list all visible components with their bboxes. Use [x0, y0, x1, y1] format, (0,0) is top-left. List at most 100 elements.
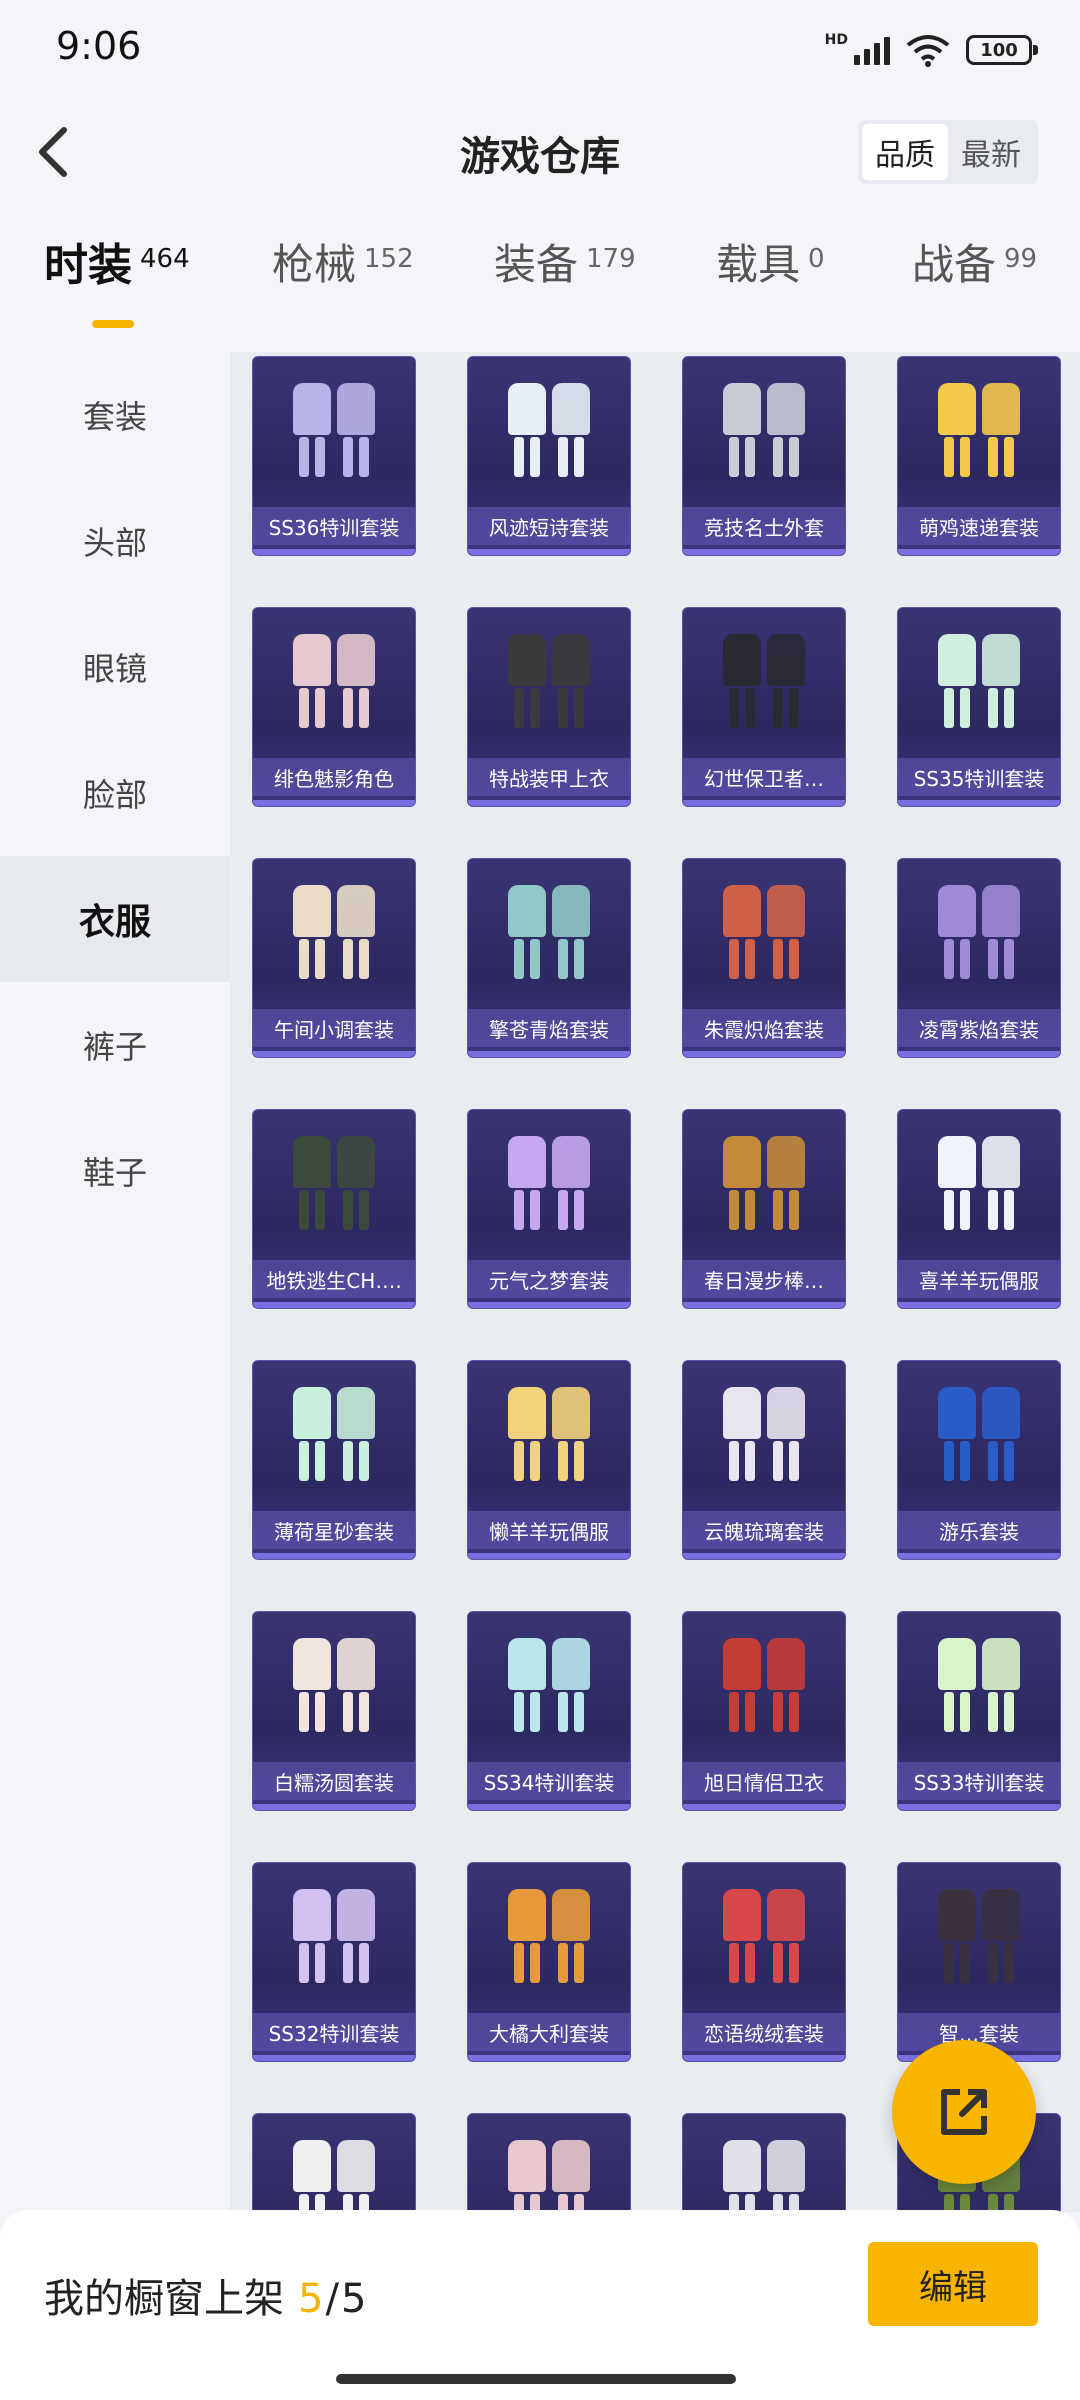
item-name: 白糯汤圆套装 [253, 1762, 415, 1800]
edit-button[interactable]: 编辑 [868, 2242, 1038, 2326]
outfit-icon [494, 1630, 604, 1750]
outfit-icon [924, 1379, 1034, 1499]
item-image [468, 867, 630, 1007]
item-card[interactable]: 恋语绒绒套装 [682, 1862, 846, 2062]
item-card[interactable]: 薄荷星砂套装 [252, 1360, 416, 1560]
tab-equipment[interactable]: 装备 179 [494, 240, 636, 290]
sidebar-item-sets[interactable]: 套装 [0, 352, 230, 478]
item-card[interactable]: 喜羊羊玩偶服 [897, 1109, 1061, 1309]
item-image [898, 365, 1060, 505]
item-card[interactable]: 幻世保卫者… [682, 607, 846, 807]
item-card[interactable]: 地铁逃生CH…. [252, 1109, 416, 1309]
item-name: SS33特训套装 [898, 1762, 1060, 1800]
hd-indicator: HD [824, 32, 848, 48]
sort-latest-button[interactable]: 最新 [948, 124, 1034, 180]
item-card[interactable]: 懒羊羊玩偶服 [467, 1360, 631, 1560]
item-image [253, 1369, 415, 1509]
outfit-icon [279, 1630, 389, 1750]
item-image [253, 2122, 415, 2212]
item-card[interactable]: 旭日情侣卫衣 [682, 1611, 846, 1811]
outfit-icon [924, 1881, 1034, 2001]
item-image [253, 365, 415, 505]
item-name: SS32特训套装 [253, 2013, 415, 2051]
item-card[interactable]: 白糯汤圆套装 [252, 1611, 416, 1811]
outfit-icon [924, 1128, 1034, 1248]
item-card[interactable]: SS33特训套装 [897, 1611, 1061, 1811]
outfit-icon [709, 877, 819, 997]
item-image [683, 1871, 845, 2011]
sort-quality-button[interactable]: 品质 [862, 124, 948, 180]
item-card[interactable] [467, 2113, 631, 2212]
outfit-icon [494, 375, 604, 495]
item-card[interactable]: 竞技名士外套 [682, 356, 846, 556]
item-name: 喜羊羊玩偶服 [898, 1260, 1060, 1298]
tab-count: 99 [1004, 244, 1038, 274]
item-name: 午间小调套装 [253, 1009, 415, 1047]
tab-vehicles[interactable]: 载具 0 [716, 240, 825, 290]
showcase-separator: / [325, 2276, 339, 2322]
item-card[interactable]: 大橘大利套装 [467, 1862, 631, 2062]
item-name: 竞技名士外套 [683, 507, 845, 545]
item-card[interactable]: 风迹短诗套装 [467, 356, 631, 556]
tab-fashion[interactable]: 时装 464 [44, 240, 190, 293]
status-time: 9:06 [56, 24, 142, 68]
share-fab[interactable] [892, 2040, 1036, 2184]
item-grid-area: SS36特训套装 风迹短诗套装 竞技名士外套 萌鸡速递套装绯色魅影角色 特战装甲上衣 幻世… [230, 352, 1080, 2212]
item-card[interactable]: 凌霄紫焰套装 [897, 858, 1061, 1058]
sidebar-item-clothes[interactable]: 衣服 [0, 856, 230, 982]
item-image [683, 365, 845, 505]
sidebar-item-shoes[interactable]: 鞋子 [0, 1108, 230, 1234]
outfit-icon [494, 626, 604, 746]
item-name: 擎苍青焰套装 [468, 1009, 630, 1047]
item-name: SS36特训套装 [253, 507, 415, 545]
outfit-icon [709, 1881, 819, 2001]
item-card[interactable]: 春日漫步棒… [682, 1109, 846, 1309]
sidebar-item-head[interactable]: 头部 [0, 478, 230, 604]
showcase-current: 5 [298, 2276, 324, 2322]
outfit-icon [709, 626, 819, 746]
outfit-icon [924, 1630, 1034, 1750]
item-image [898, 1620, 1060, 1760]
tab-label: 枪械 [272, 240, 357, 289]
item-name: 特战装甲上衣 [468, 758, 630, 796]
item-card[interactable]: SS32特训套装 [252, 1862, 416, 2062]
item-name: 绯色魅影角色 [253, 758, 415, 796]
item-image [898, 1369, 1060, 1509]
outfit-icon [279, 877, 389, 997]
item-card[interactable]: 特战装甲上衣 [467, 607, 631, 807]
status-bar: 9:06 HD 100 [0, 0, 1080, 100]
item-card[interactable]: 元气之梦套装 [467, 1109, 631, 1309]
wifi-icon [906, 35, 950, 67]
sort-toggle: 品质 最新 [858, 120, 1038, 184]
tab-supplies[interactable]: 战备 99 [912, 240, 1037, 290]
tab-label: 载具 [716, 240, 801, 289]
item-card[interactable]: 游乐套装 [897, 1360, 1061, 1560]
item-card[interactable]: 朱霞炽焰套装 [682, 858, 846, 1058]
item-image [468, 1118, 630, 1258]
item-image [468, 1871, 630, 2011]
item-card[interactable]: 云魄琉璃套装 [682, 1360, 846, 1560]
item-card[interactable]: SS34特训套装 [467, 1611, 631, 1811]
item-card[interactable] [252, 2113, 416, 2212]
item-card[interactable]: 智…套装 [897, 1862, 1061, 2062]
item-image [468, 1369, 630, 1509]
item-card[interactable]: 萌鸡速递套装 [897, 356, 1061, 556]
home-indicator[interactable] [336, 2374, 736, 2384]
sidebar-item-face[interactable]: 脸部 [0, 730, 230, 856]
outfit-icon [279, 1881, 389, 2001]
category-tabs: 时装 464 枪械 152 装备 179 载具 0 战备 99 [0, 240, 1080, 350]
item-card[interactable]: SS35特训套装 [897, 607, 1061, 807]
item-image [253, 867, 415, 1007]
item-card[interactable]: 午间小调套装 [252, 858, 416, 1058]
outfit-icon [709, 2132, 819, 2212]
tab-guns[interactable]: 枪械 152 [272, 240, 414, 290]
item-card[interactable]: 擎苍青焰套装 [467, 858, 631, 1058]
item-card[interactable]: SS36特训套装 [252, 356, 416, 556]
item-card[interactable]: 绯色魅影角色 [252, 607, 416, 807]
sidebar-item-glasses[interactable]: 眼镜 [0, 604, 230, 730]
sidebar-item-pants[interactable]: 裤子 [0, 982, 230, 1108]
outfit-icon [494, 2132, 604, 2212]
battery-level: 100 [980, 39, 1018, 61]
cellular-signal-icon [854, 35, 890, 65]
item-card[interactable] [682, 2113, 846, 2212]
